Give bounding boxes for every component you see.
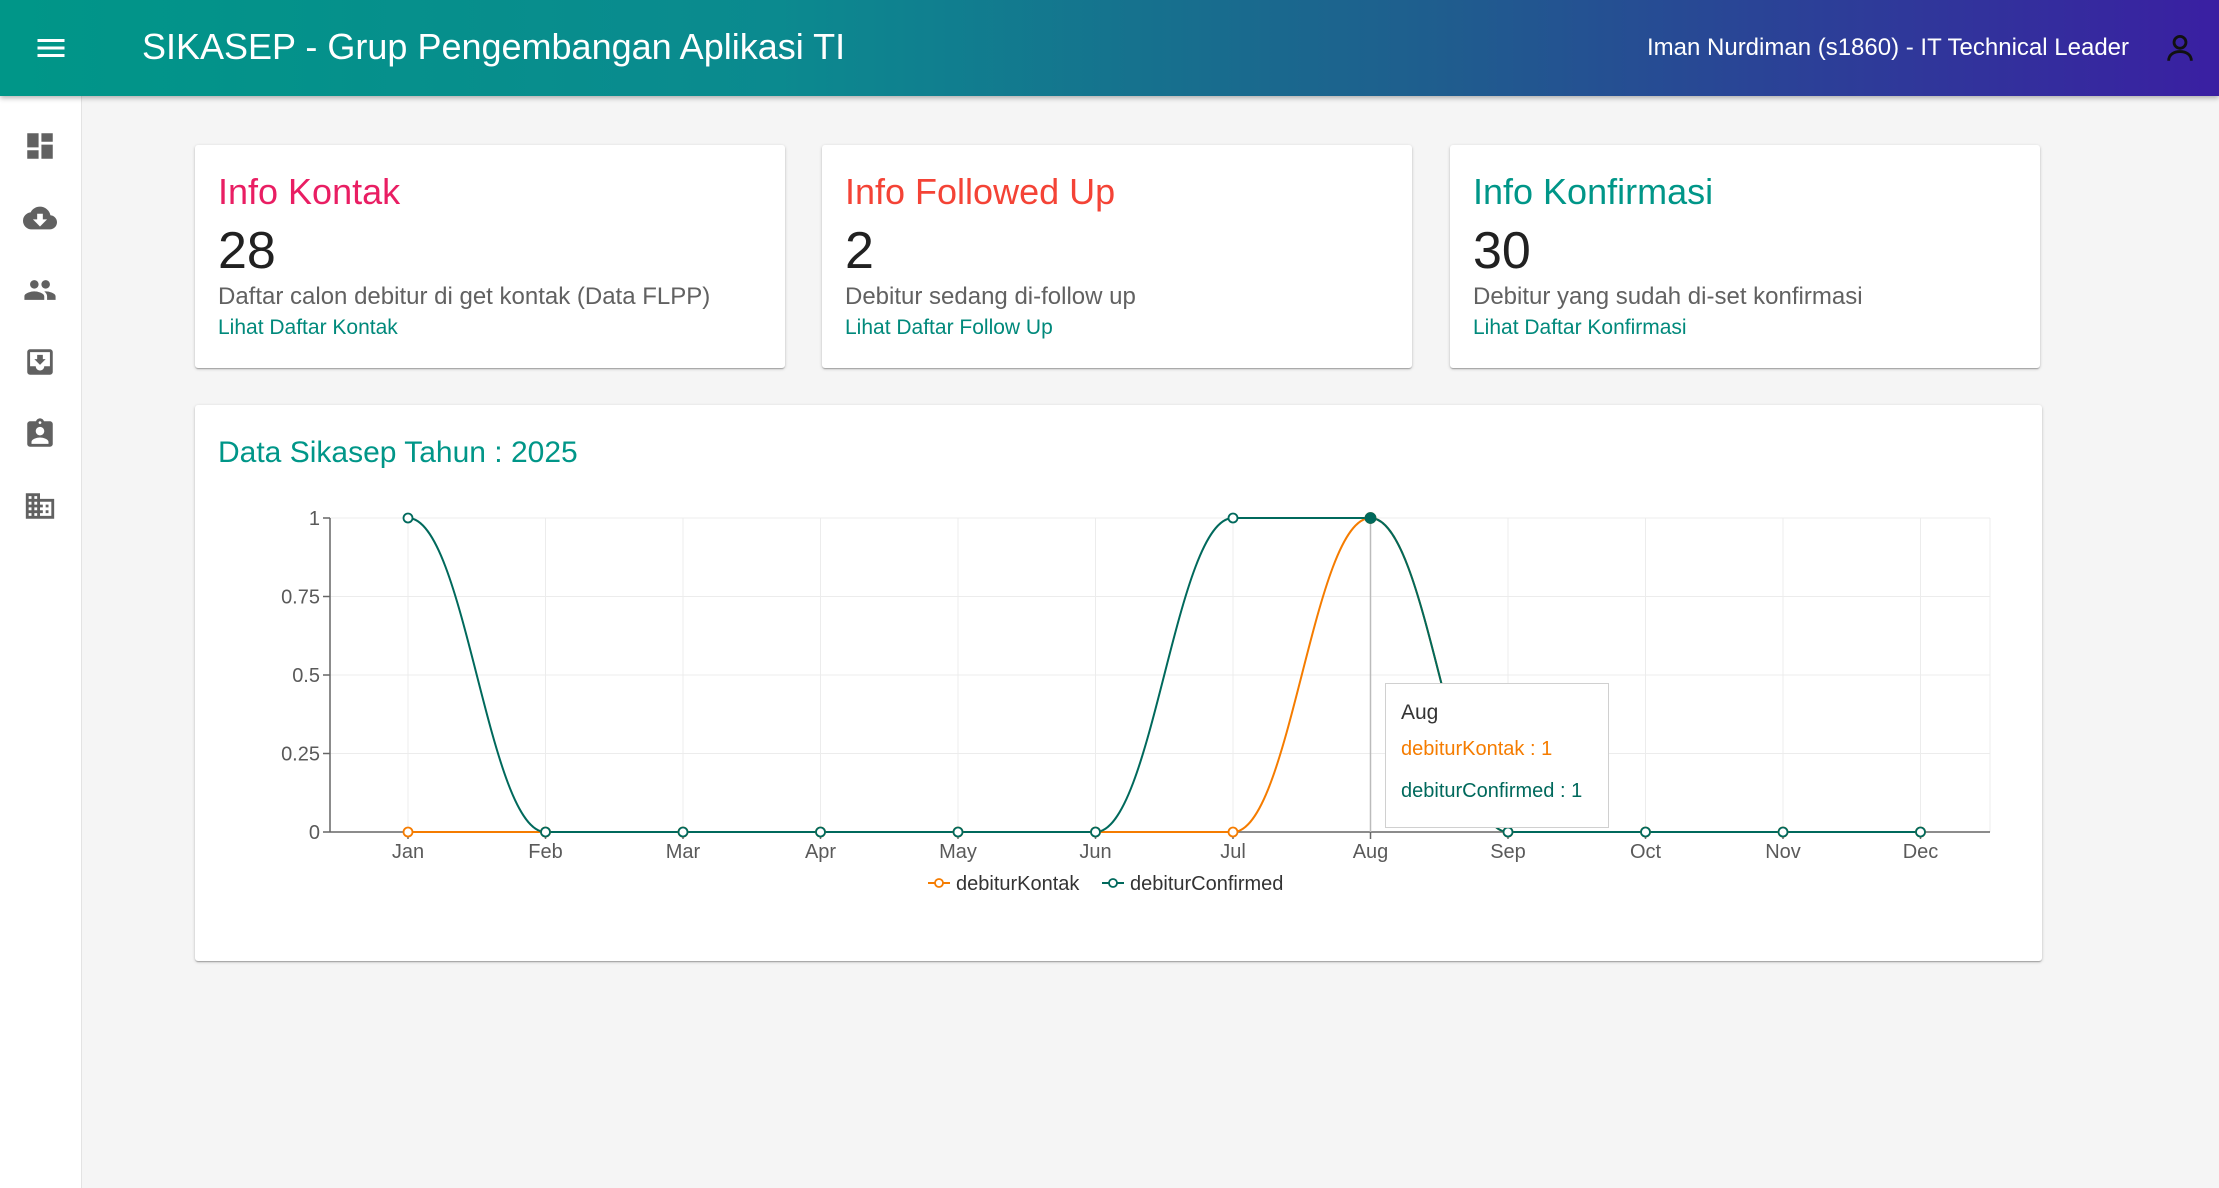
data-point-debiturConfirmed	[1502, 826, 1514, 838]
data-point-debiturConfirmed	[1090, 826, 1101, 838]
x-tick-label: Sep	[1490, 841, 1526, 863]
data-point-debiturConfirmed	[402, 512, 414, 524]
sidebar-item-dashboard[interactable]	[20, 126, 60, 166]
data-point-debiturConfirmed	[1227, 512, 1239, 524]
y-tick-label: 1	[309, 508, 320, 530]
sidebar-item-business[interactable]	[20, 486, 60, 526]
x-tick-label: Nov	[1765, 841, 1801, 863]
x-tick-label: Aug	[1353, 841, 1389, 863]
data-point-debiturConfirmed	[1915, 826, 1926, 838]
data-point-debiturConfirmed	[540, 826, 551, 838]
legend-marker	[934, 878, 944, 888]
info-card-konfirmasi: Info Konfirmasi 30 Debitur yang sudah di…	[1450, 145, 2040, 368]
info-card-followed-up: Info Followed Up 2 Debitur sedang di-fol…	[822, 145, 1412, 368]
dashboard-icon	[27, 133, 53, 159]
menu-icon[interactable]	[32, 30, 70, 66]
card-description: Debitur yang sudah di-set konfirmasi	[1473, 283, 1863, 310]
card-count: 28	[218, 222, 276, 280]
x-tick-label: Mar	[666, 841, 701, 863]
x-tick-label: Apr	[805, 841, 836, 863]
chart-card: Data Sikasep Tahun : 2025 0 0.25 0.5 0.75 1 J…	[195, 405, 2042, 961]
lihat-daftar-konfirmasi-link[interactable]: Lihat Daftar Konfirmasi	[1473, 315, 1687, 341]
legend-label: debiturConfirmed	[1130, 873, 1283, 895]
data-point-debiturConfirmed	[1777, 826, 1789, 838]
x-tick-label: Dec	[1903, 841, 1939, 863]
x-tick-label: Feb	[528, 841, 562, 863]
assignment-ind-icon	[27, 418, 53, 447]
data-point-debiturKontak	[1227, 826, 1239, 838]
card-title: Info Followed Up	[845, 171, 1116, 212]
x-tick-label: Oct	[1630, 841, 1662, 863]
app-bar: SIKASEP - Grup Pengembangan Aplikasi TI …	[0, 0, 2219, 96]
legend-label: debiturKontak	[956, 873, 1080, 895]
x-tick-label: May	[939, 841, 977, 863]
data-point-debiturConfirmed	[1640, 826, 1651, 838]
y-tick-label: 0.5	[292, 665, 320, 687]
inbox-icon	[27, 349, 53, 375]
card-title: Info Konfirmasi	[1473, 171, 1714, 212]
sidebar-item-users[interactable]	[20, 270, 60, 310]
data-point-debiturConfirmed	[815, 826, 826, 838]
card-count: 30	[1473, 222, 1531, 280]
line-chart: 0 0.25 0.5 0.75 1 Jan Feb Mar Apr May Jun Jul Aug Sep…	[281, 508, 1991, 895]
user-name[interactable]: Iman Nurdiman (s1860) - IT Technical Lea…	[1647, 33, 2129, 63]
data-point-debiturConfirmed	[1364, 512, 1377, 524]
data-point-debiturConfirmed	[952, 826, 964, 838]
y-tick-label: 0	[309, 822, 320, 844]
account-icon[interactable]	[2163, 31, 2197, 65]
cloud-download-icon	[23, 206, 57, 230]
card-count: 2	[845, 222, 874, 280]
data-point-debiturConfirmed	[677, 826, 689, 838]
tooltip-row-confirmed: debiturConfirmed : 1	[1401, 780, 1583, 802]
y-tick-label: 0.25	[281, 744, 320, 766]
card-description: Daftar calon debitur di get kontak (Data…	[218, 283, 711, 310]
chart-tooltip: Aug debiturKontak : 1 debiturConfirmed :…	[1385, 683, 1609, 828]
sidebar	[0, 96, 82, 1188]
sidebar-item-assignment[interactable]	[20, 414, 60, 454]
sidebar-item-inbox[interactable]	[20, 342, 60, 382]
business-icon	[25, 493, 55, 519]
data-point-debiturKontak	[402, 826, 414, 838]
app-title: SIKASEP - Grup Pengembangan Aplikasi TI	[142, 26, 846, 67]
tooltip-title: Aug	[1401, 701, 1439, 724]
sidebar-item-download[interactable]	[20, 198, 60, 238]
tooltip-row-kontak: debiturKontak : 1	[1401, 738, 1553, 760]
lihat-daftar-follow-up-link[interactable]: Lihat Daftar Follow Up	[845, 315, 1053, 341]
x-tick-label: Jan	[392, 841, 424, 863]
lihat-daftar-kontak-link[interactable]: Lihat Daftar Kontak	[218, 315, 398, 341]
info-card-kontak: Info Kontak 28 Daftar calon debitur di g…	[195, 145, 785, 368]
legend-marker	[1108, 878, 1118, 888]
card-title: Info Kontak	[218, 171, 401, 212]
x-tick-label: Jun	[1079, 841, 1111, 863]
people-icon	[24, 280, 56, 300]
y-tick-label: 0.75	[281, 587, 320, 609]
x-tick-label: Jul	[1220, 841, 1246, 863]
card-description: Debitur sedang di-follow up	[845, 283, 1136, 310]
